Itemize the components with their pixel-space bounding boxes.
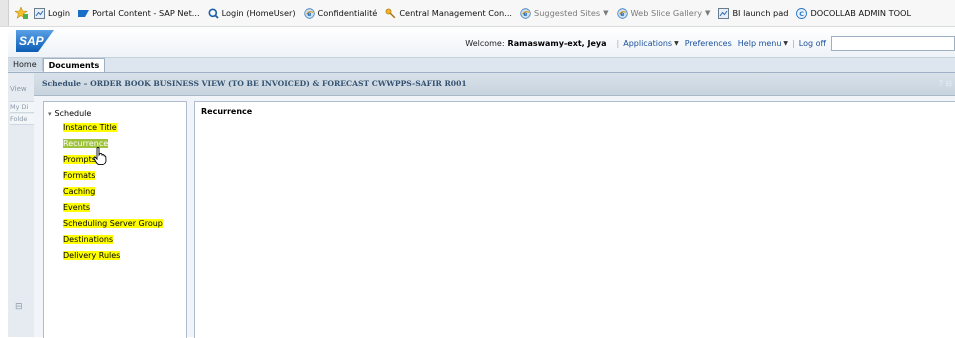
favorite-label: Portal Content - SAP Net... xyxy=(92,8,200,18)
favorite-label: Central Management Con... xyxy=(399,8,513,18)
favorite-label: BI launch pad xyxy=(732,8,789,18)
collapse-icon[interactable]: ⊟ xyxy=(15,302,23,312)
nav-item[interactable]: Instance Title xyxy=(63,123,117,132)
folders-tab[interactable]: Folde xyxy=(10,114,34,125)
nav-item-label: Caching xyxy=(63,187,96,196)
help-menu-dropdown-icon[interactable]: ▼ xyxy=(783,40,788,47)
app-header: SAP Welcome: Ramaswamy-ext, Jeya | Appli… xyxy=(8,27,955,58)
favorites-bar-edge xyxy=(0,0,9,26)
tab-home[interactable]: Home xyxy=(8,58,43,71)
applications-dropdown-icon[interactable]: ▼ xyxy=(674,40,679,47)
dialog-title: Schedule – ORDER BOOK BUSINESS VIEW (TO … xyxy=(42,79,467,88)
favorites-star-icon[interactable] xyxy=(15,7,28,19)
favorite-label: DOCOLLAB ADMIN TOOL xyxy=(810,8,912,18)
favorite-link[interactable]: Login xyxy=(34,7,71,19)
sap-portal-icon xyxy=(78,8,90,19)
chevron-down-icon[interactable]: ▼ xyxy=(603,9,608,17)
nav-item-label: Events xyxy=(63,203,91,212)
dialog-title-bar: Schedule – ORDER BOOK BUSINESS VIEW (TO … xyxy=(34,73,955,96)
chevron-down-icon[interactable]: ▼ xyxy=(705,9,710,17)
nav-item[interactable]: Delivery Rules xyxy=(63,251,121,260)
favorite-label: Login xyxy=(48,8,71,18)
sap-logo[interactable]: SAP xyxy=(16,30,54,52)
help-icon[interactable]: ? xyxy=(939,79,943,88)
favorite-label: Login (HomeUser) xyxy=(221,8,296,18)
svg-text:SAP: SAP xyxy=(19,34,45,48)
tab-documents[interactable]: Documents xyxy=(42,58,106,72)
hand-cursor-icon xyxy=(93,147,107,165)
minimize-icon[interactable]: ⊟ xyxy=(945,79,952,88)
preferences-link[interactable]: Preferences xyxy=(685,39,732,48)
docollab-icon: C xyxy=(796,7,808,19)
favorites-bar: Login Portal Content - SAP Net... Login (H… xyxy=(0,0,955,27)
my-documents-tab[interactable]: My Di xyxy=(10,101,34,113)
image-icon xyxy=(34,7,45,19)
nav-item-label: Instance Title xyxy=(63,123,117,132)
log-off-link[interactable]: Log off xyxy=(799,39,826,48)
svg-text:e: e xyxy=(620,11,624,18)
user-name: Ramaswamy-ext, Jeya xyxy=(507,39,607,48)
user-bar: Welcome: Ramaswamy-ext, Jeya | Applicati… xyxy=(465,36,955,51)
applications-menu[interactable]: Applications xyxy=(623,39,672,48)
schedule-tree-label: Schedule xyxy=(54,109,92,118)
favorite-link[interactable]: Central Management Con... xyxy=(385,8,512,19)
ie-page-icon: e xyxy=(520,7,531,19)
nav-item[interactable]: Prompts xyxy=(63,155,96,164)
nav-item-label: Formats xyxy=(63,171,96,180)
schedule-tree-root[interactable]: ▾ Schedule xyxy=(48,109,91,118)
schedule-nav-panel: ▾ Schedule Instance Title Recurrence Promp… xyxy=(43,101,187,338)
favorite-link[interactable]: C DOCOLLAB ADMIN TOOL xyxy=(796,7,912,19)
svg-text:e: e xyxy=(523,11,527,18)
content-heading: Recurrence xyxy=(201,107,253,116)
favorite-link[interactable]: e Web Slice Gallery ▼ xyxy=(616,7,710,19)
search-input[interactable] xyxy=(831,36,955,51)
tree-expand-icon[interactable]: ▾ xyxy=(48,110,52,118)
search-q-icon xyxy=(208,8,219,19)
favorite-label: Suggested Sites xyxy=(534,8,601,18)
nav-item-label: Scheduling Server Group xyxy=(63,219,163,228)
nav-item[interactable]: Caching xyxy=(63,187,96,196)
favorite-link[interactable]: e Suggested Sites ▼ xyxy=(520,7,609,19)
favorite-link[interactable]: Portal Content - SAP Net... xyxy=(78,8,200,19)
recurrence-content-panel: Recurrence xyxy=(194,101,955,338)
tab-bar: Home Documents xyxy=(8,58,955,73)
nav-item[interactable]: Scheduling Server Group xyxy=(63,219,163,228)
nav-item-label: Prompts xyxy=(63,155,96,164)
favorite-label: Web Slice Gallery xyxy=(630,8,703,18)
schedule-dialog: Schedule – ORDER BOOK BUSINESS VIEW (TO … xyxy=(34,73,955,338)
favorite-label: Confidentialité xyxy=(317,8,378,18)
view-menu[interactable]: View xyxy=(10,85,27,93)
nav-item-label: Delivery Rules xyxy=(63,251,121,260)
ie-page-icon: e xyxy=(616,7,628,19)
nav-item[interactable]: Destinations xyxy=(63,235,114,244)
nav-item[interactable]: Events xyxy=(63,203,91,212)
svg-text:e: e xyxy=(307,11,311,18)
nav-item[interactable]: Formats xyxy=(63,171,96,180)
favorite-link[interactable]: Login (HomeUser) xyxy=(208,8,296,19)
left-rail: View My Di Folde ⊟ xyxy=(8,73,35,337)
favorite-link[interactable]: e Confidentialité xyxy=(303,7,378,19)
cms-key-icon xyxy=(385,8,396,19)
welcome-label: Welcome: xyxy=(465,39,505,48)
help-menu[interactable]: Help menu xyxy=(738,39,782,48)
svg-text:C: C xyxy=(800,10,805,18)
nav-item-label: Destinations xyxy=(63,235,114,244)
image-icon xyxy=(718,7,730,19)
favorite-link[interactable]: BI launch pad xyxy=(718,7,789,19)
ie-page-icon: e xyxy=(303,7,315,19)
